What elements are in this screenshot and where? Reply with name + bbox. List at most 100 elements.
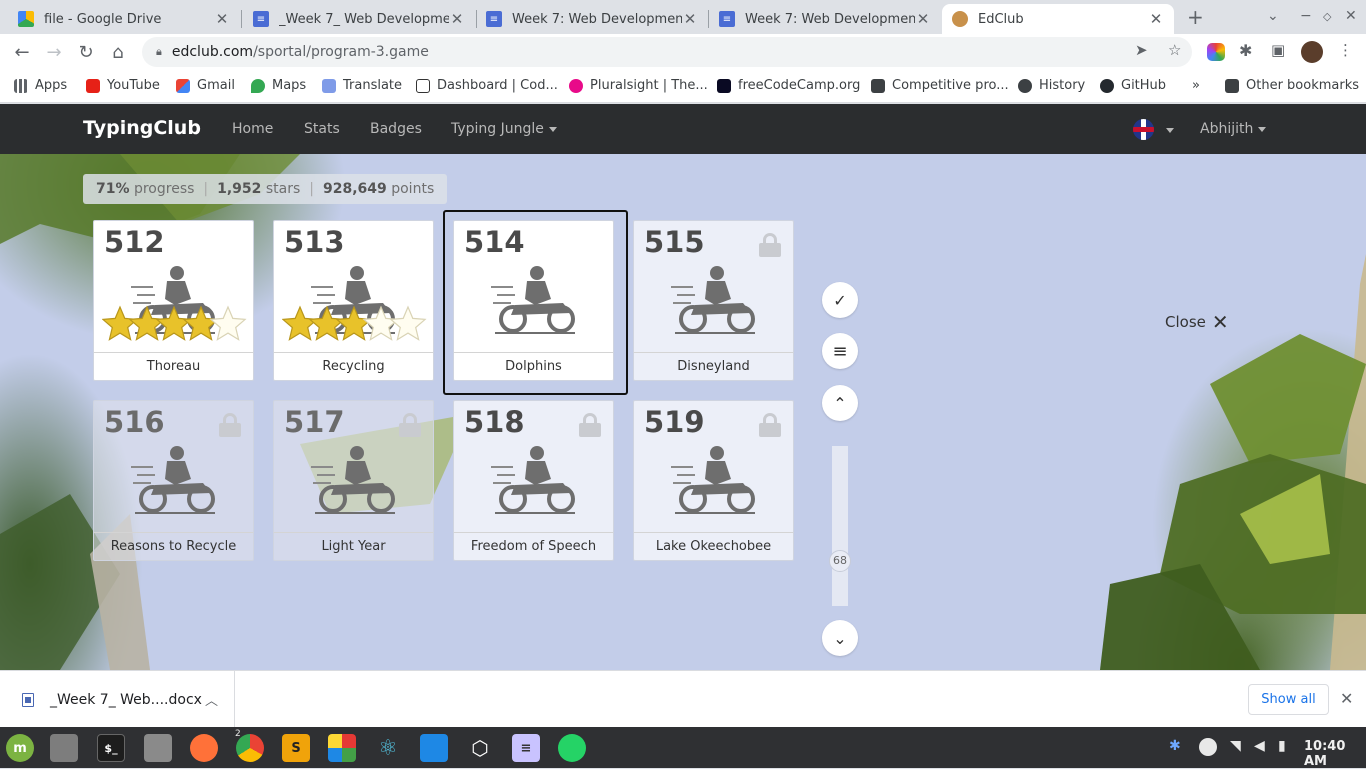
bookmark-pluralsight[interactable]: Pluralsight | The... (569, 78, 708, 93)
nav-badges[interactable]: Badges (370, 121, 422, 137)
terminal-icon[interactable]: $_ (97, 734, 125, 762)
lesson-card-515[interactable]: 515 Disneyland (633, 220, 794, 381)
nav-home[interactable]: Home (232, 121, 273, 137)
office-icon[interactable] (328, 734, 356, 762)
nav-stats[interactable]: Stats (304, 121, 340, 137)
bookmark-youtube[interactable]: YouTube (86, 78, 160, 93)
caret-down-icon[interactable] (1166, 128, 1174, 133)
text-editor-icon[interactable]: ≡ (512, 734, 540, 762)
firefox-icon[interactable] (190, 734, 218, 762)
lesson-card-513[interactable]: 513 Recycling (273, 220, 434, 381)
whatsapp-icon[interactable] (558, 734, 586, 762)
lesson-card-517[interactable]: 517 Light Year (273, 400, 434, 561)
typingclub-page: TypingClub Home Stats Badges Typing Jung… (0, 104, 1366, 670)
url-text: edclub.com/sportal/program-3.game (172, 44, 429, 60)
tab-google-drive[interactable]: file - Google Drive ✕ (8, 4, 240, 34)
tab-week7-web-dev-1[interactable]: ≡ Week 7: Web Development - ✕ (476, 4, 708, 34)
bookmark-star-icon[interactable]: ☆ (1168, 41, 1181, 59)
tab-title: Week 7: Web Development - (512, 11, 682, 27)
nav-typing-jungle[interactable]: Typing Jungle (451, 121, 557, 137)
vscode-icon[interactable] (420, 734, 448, 762)
maximize-button[interactable]: ◇ (1323, 10, 1331, 23)
download-filename: _Week 7_ Web....docx (50, 691, 202, 708)
close-icon[interactable]: ✕ (449, 10, 465, 28)
mint-menu-icon[interactable]: m (6, 734, 34, 762)
bookmark-dashboard[interactable]: Dashboard | Cod... (416, 78, 558, 93)
lesson-card-512[interactable]: 512 Thoreau (93, 220, 254, 381)
close-icon[interactable]: ✕ (1148, 10, 1164, 28)
nav-typing-jungle-label: Typing Jungle (451, 121, 544, 137)
google-drive-icon (18, 11, 34, 27)
whatsapp-tray-icon[interactable] (1199, 738, 1217, 756)
bookmark-translate[interactable]: Translate (322, 78, 402, 93)
show-desktop-icon[interactable] (50, 734, 78, 762)
bookmark-maps[interactable]: Maps (251, 78, 306, 93)
minimize-button[interactable]: − (1300, 8, 1312, 24)
lesson-scrollbar[interactable] (832, 446, 848, 606)
show-all-button[interactable]: Show all (1248, 684, 1329, 715)
bookmark-gmail[interactable]: Gmail (176, 78, 235, 93)
window-close-button[interactable]: ✕ (1345, 8, 1357, 24)
chevron-up-icon[interactable]: ︿ (205, 690, 218, 709)
close-button[interactable]: Close ✕ (1165, 310, 1229, 334)
check-circle-button[interactable]: ✓ (822, 282, 858, 318)
close-icon[interactable]: ✕ (1340, 689, 1353, 708)
typingclub-logo[interactable]: TypingClub (83, 117, 201, 139)
lesson-card-516[interactable]: 516 Reasons to Recycle (93, 400, 254, 561)
bookmark-competitive[interactable]: Competitive pro... (871, 78, 1009, 93)
user-menu[interactable]: Abhijith (1200, 121, 1267, 137)
network-icon[interactable]: ◥ (1230, 738, 1241, 754)
lock-icon (219, 413, 241, 437)
uk-flag-icon[interactable] (1133, 119, 1154, 140)
docx-file-icon (22, 692, 34, 707)
forward-button[interactable]: → (42, 40, 66, 64)
clock[interactable]: 10:40 AM (1304, 739, 1366, 769)
lesson-title: Dolphins (454, 352, 613, 380)
lesson-number: 515 (644, 225, 705, 259)
extension-icon[interactable] (1207, 43, 1225, 61)
gmail-icon (176, 78, 190, 93)
back-button[interactable]: ← (10, 40, 34, 64)
files-icon[interactable] (144, 734, 172, 762)
freecodecamp-icon (717, 78, 731, 93)
address-bar[interactable]: 🔒︎ edclub.com/sportal/program-3.game (142, 37, 1192, 67)
new-tab-button[interactable]: + (1187, 5, 1204, 29)
lesson-card-518[interactable]: 518 Freedom of Speech (453, 400, 614, 561)
scroll-down-button[interactable]: ⌄ (822, 620, 858, 656)
lesson-card-514[interactable]: 514 Dolphins (443, 210, 628, 395)
close-icon[interactable]: ✕ (682, 10, 698, 28)
tab-search-icon[interactable]: ⌄ (1267, 8, 1279, 24)
download-item[interactable]: _Week 7_ Web....docx ︿ (0, 671, 235, 728)
youtube-icon (86, 78, 100, 93)
scroll-up-button[interactable]: ⌃ (822, 385, 858, 421)
menu-kebab-icon[interactable]: ⋮ (1338, 41, 1353, 59)
atom-icon[interactable]: ⚛ (374, 734, 402, 762)
profile-avatar[interactable] (1301, 41, 1323, 63)
other-bookmarks[interactable]: Other bookmarks (1225, 78, 1359, 93)
url-host: edclub.com (171, 44, 254, 60)
sublime-text-icon[interactable]: S (282, 734, 310, 762)
extensions-puzzle-icon[interactable]: ✱ (1239, 41, 1252, 60)
menu-list-button[interactable]: ≡ (822, 333, 858, 369)
cube-app-icon[interactable]: ⬡ (466, 734, 494, 762)
close-icon[interactable]: ✕ (915, 10, 931, 28)
side-panel-icon[interactable]: ▣ (1271, 41, 1285, 59)
reload-button[interactable]: ↻ (74, 40, 98, 64)
bookmark-freecodecamp[interactable]: freeCodeCamp.org (717, 78, 860, 93)
close-icon[interactable]: ✕ (214, 10, 230, 28)
bookmark-history[interactable]: History (1018, 78, 1085, 93)
volume-icon[interactable]: ◀ (1254, 738, 1265, 754)
bookmark-label: Translate (343, 78, 403, 93)
scroll-position-indicator[interactable]: 68 (829, 550, 851, 572)
send-icon[interactable]: ➤ (1135, 41, 1148, 59)
tab-week7-doc[interactable]: ≡ _Week 7_ Web Development ✕ (243, 4, 475, 34)
tab-week7-web-dev-2[interactable]: ≡ Week 7: Web Development - ✕ (709, 4, 941, 34)
bookmarks-overflow-button[interactable]: » (1192, 78, 1200, 93)
bookmark-apps[interactable]: Apps (14, 78, 67, 93)
home-icon[interactable]: ⌂ (106, 40, 130, 64)
battery-icon[interactable]: ▮ (1278, 738, 1286, 754)
tab-edclub[interactable]: EdClub ✕ (942, 4, 1174, 34)
bookmark-github[interactable]: GitHub (1100, 78, 1166, 93)
lesson-card-519[interactable]: 519 Lake Okeechobee (633, 400, 794, 561)
bluetooth-icon[interactable]: ✱ (1169, 738, 1181, 754)
